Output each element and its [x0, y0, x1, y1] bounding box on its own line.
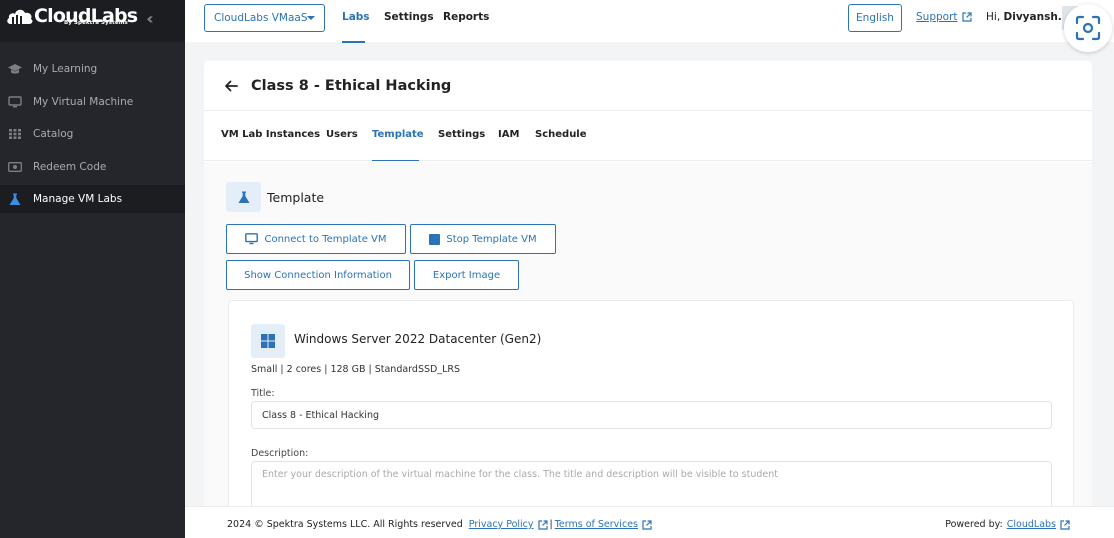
sidebar-item-catalog[interactable]: Catalog [0, 120, 185, 148]
page-header: Class 8 - Ethical Hacking [204, 61, 1092, 111]
privacy-policy-link[interactable]: Privacy Policy [469, 519, 534, 530]
page-title: Class 8 - Ethical Hacking [251, 77, 452, 94]
user-name: Divyansh... [1003, 11, 1070, 23]
grid-icon [8, 127, 22, 141]
workspace-select-value: CloudLabs VMaaS [214, 12, 308, 24]
sidebar-item-label: My Learning [33, 63, 98, 75]
scan-icon [1075, 15, 1101, 41]
show-connection-info-button[interactable]: Show Connection Information [226, 260, 410, 290]
footer-right: Powered by: CloudLabs [945, 519, 1070, 530]
active-nav-indicator [342, 41, 365, 43]
footer-left: 2024 © Spektra Systems LLC. All Rights r… [227, 519, 652, 530]
tab-settings[interactable]: Settings [438, 129, 485, 140]
stop-template-vm-button[interactable]: Stop Template VM [410, 224, 556, 254]
flask-icon [8, 192, 22, 206]
sidebar-item-redeem-code[interactable]: Redeem Code [0, 153, 185, 181]
user-greeting: Hi, Divyansh... [986, 11, 1070, 23]
greeting-text: Hi, [986, 11, 1004, 23]
external-link-icon [1060, 519, 1070, 530]
os-name: Windows Server 2022 Datacenter (Gen2) [294, 332, 542, 346]
stop-icon [429, 233, 441, 245]
sidebar-item-label: Catalog [33, 128, 74, 140]
sidebar: CloudLabs By Spektra Systems ‹‹ My Learn… [0, 0, 185, 538]
connect-template-vm-button[interactable]: Connect to Template VM [226, 224, 406, 254]
footer: 2024 © Spektra Systems LLC. All Rights r… [185, 506, 1114, 538]
vm-details-card: Windows Server 2022 Datacenter (Gen2) Sm… [228, 300, 1074, 521]
graduation-cap-icon [8, 62, 22, 76]
tab-bar: VM Lab Instances Users Template Settings… [204, 111, 1092, 161]
sidebar-item-my-learning[interactable]: My Learning [0, 55, 185, 83]
sidebar-item-label: Manage VM Labs [33, 193, 123, 205]
button-label: Show Connection Information [244, 269, 392, 281]
copyright-text: 2024 © Spektra Systems LLC. All Rights r… [227, 519, 463, 530]
sidebar-item-label: Redeem Code [33, 161, 107, 173]
sidebar-item-my-virtual-machine[interactable]: My Virtual Machine [0, 88, 185, 116]
tab-iam[interactable]: IAM [498, 129, 519, 140]
screen-capture-button[interactable] [1064, 4, 1112, 52]
main-card: Class 8 - Ethical Hacking VM Lab Instanc… [204, 61, 1092, 521]
tab-vm-lab-instances[interactable]: VM Lab Instances [221, 129, 320, 140]
nav-reports[interactable]: Reports [443, 11, 489, 23]
support-label: Support [916, 11, 958, 23]
active-tab-indicator [372, 160, 419, 161]
cloud-logo-icon [7, 9, 33, 24]
section-title: Template [267, 189, 325, 205]
external-link-icon [961, 12, 972, 22]
description-label: Description: [251, 448, 309, 459]
workspace-select[interactable]: CloudLabs VMaaS [204, 4, 325, 32]
footer-separator: | [549, 519, 553, 530]
flask-icon [226, 182, 261, 212]
nav-settings[interactable]: Settings [384, 11, 434, 23]
template-panel: Template Connect to Template VM Stop Tem… [204, 162, 1092, 521]
template-section-header: Template [226, 182, 324, 212]
sidebar-item-label: My Virtual Machine [33, 96, 134, 108]
back-arrow-icon[interactable] [224, 79, 238, 93]
vm-specs: Small | 2 cores | 128 GB | StandardSSD_L… [251, 364, 460, 375]
tab-schedule[interactable]: Schedule [535, 129, 587, 140]
cloudlabs-link[interactable]: CloudLabs [1007, 519, 1056, 530]
language-button[interactable]: English [848, 4, 902, 32]
ticket-icon [8, 160, 22, 174]
title-input[interactable]: Class 8 - Ethical Hacking [251, 401, 1052, 429]
sidebar-item-manage-vm-labs[interactable]: Manage VM Labs [0, 185, 185, 213]
powered-by-text: Powered by: [945, 519, 1003, 530]
nav-labs[interactable]: Labs [342, 11, 370, 23]
button-label: Export Image [432, 269, 501, 281]
logo-area: CloudLabs By Spektra Systems ‹‹ [0, 0, 185, 42]
top-bar: CloudLabs VMaaS Labs Settings Reports En… [185, 0, 1114, 43]
button-label: Connect to Template VM [264, 233, 387, 245]
title-label: Title: [251, 388, 275, 399]
terms-of-services-link[interactable]: Terms of Services [555, 519, 638, 530]
support-link[interactable]: Support [916, 11, 972, 23]
export-image-button[interactable]: Export Image [414, 260, 519, 290]
button-label: Stop Template VM [446, 233, 537, 245]
tab-template[interactable]: Template [372, 129, 424, 140]
monitor-icon [245, 233, 259, 245]
logo-subtitle: By Spektra Systems [64, 20, 128, 26]
tab-users[interactable]: Users [326, 129, 358, 140]
external-link-icon [537, 519, 548, 530]
external-link-icon [642, 519, 652, 530]
chevron-down-icon [307, 16, 315, 20]
windows-icon [251, 324, 285, 358]
collapse-sidebar-icon[interactable]: ‹‹ [146, 9, 153, 28]
monitor-icon [8, 95, 22, 109]
